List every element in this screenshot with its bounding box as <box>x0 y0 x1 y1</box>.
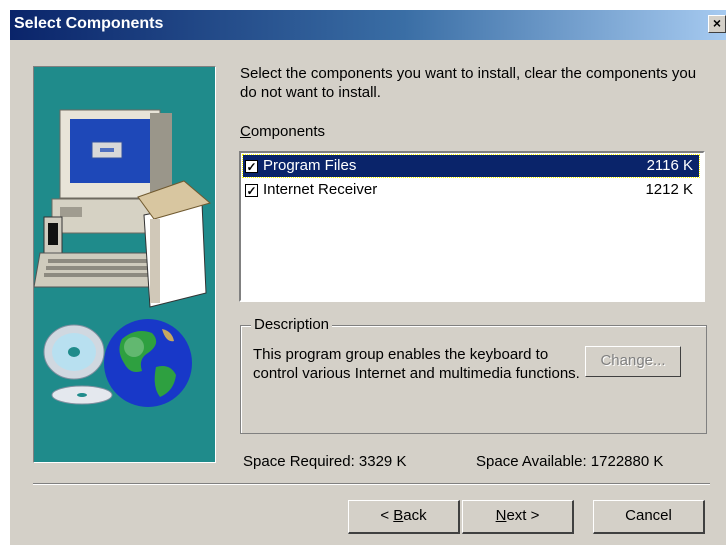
back-label-accel: B <box>393 507 404 524</box>
computer-illustration <box>34 109 212 407</box>
title-bar[interactable]: Select Components × <box>10 10 726 40</box>
next-label-rest: ext > <box>506 507 540 524</box>
back-label-pre: < <box>380 507 394 524</box>
space-required: Space Required: 3329 K <box>243 453 407 470</box>
checkbox-program-files[interactable]: ✓ <box>245 160 258 173</box>
components-list[interactable]: ✓ Program Files 2116 K ✓ Internet Receiv… <box>239 151 705 302</box>
globe-icon <box>104 319 192 407</box>
left-margin <box>0 0 10 545</box>
window-title: Select Components <box>14 15 164 32</box>
cd-disc-icon <box>43 324 113 405</box>
component-size: 1212 K <box>645 181 693 198</box>
components-label-rest: omponents <box>250 123 326 140</box>
description-text: This program group enables the keyboard … <box>253 346 580 382</box>
component-name: Internet Receiver <box>263 181 378 198</box>
back-label-rest: ack <box>403 507 427 524</box>
instructions-text: Select the components you want to instal… <box>240 65 697 101</box>
top-margin <box>0 0 726 10</box>
change-button: Change... <box>585 346 681 377</box>
select-components-dialog: Select Components × Select the component… <box>0 0 726 545</box>
component-size: 2116 K <box>646 157 693 174</box>
components-label: Components <box>240 123 325 140</box>
component-name: Program Files <box>263 157 357 174</box>
list-item-program-files[interactable]: ✓ Program Files 2116 K <box>242 154 700 178</box>
setup-illustration <box>33 66 216 463</box>
description-group: Description This program group enables t… <box>240 316 707 434</box>
description-legend: Description <box>251 316 333 333</box>
list-item-internet-receiver[interactable]: ✓ Internet Receiver 1212 K <box>243 179 699 201</box>
separator <box>33 483 710 485</box>
components-label-accel: C <box>240 123 251 140</box>
next-label-accel: N <box>495 507 507 524</box>
back-button[interactable]: < Back <box>348 500 460 534</box>
next-button[interactable]: Next > <box>462 500 574 534</box>
close-icon[interactable]: × <box>708 15 726 33</box>
checkbox-internet-receiver[interactable]: ✓ <box>245 184 258 197</box>
cancel-button[interactable]: Cancel <box>593 500 705 534</box>
space-available: Space Available: 1722880 K <box>476 453 664 470</box>
